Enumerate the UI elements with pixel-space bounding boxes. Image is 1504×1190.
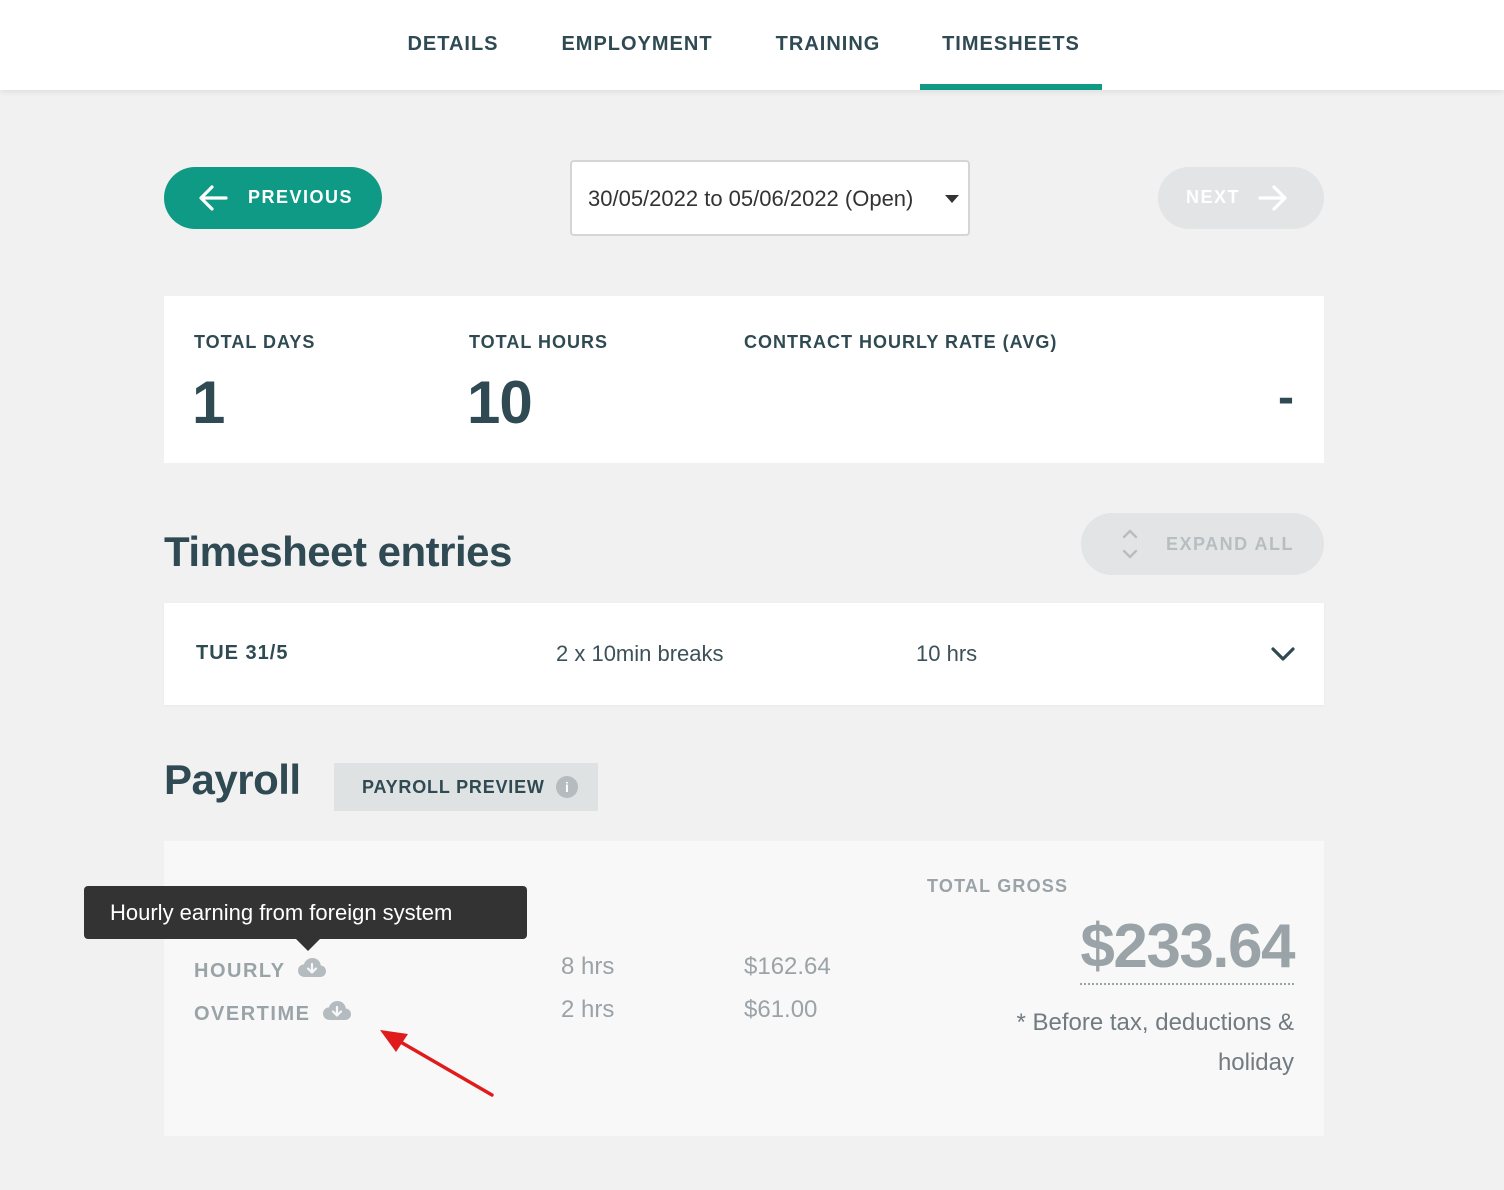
total-days-label: TOTAL DAYS (194, 332, 316, 352)
tab-training[interactable]: TRAINING (758, 0, 898, 90)
period-select-value: 30/05/2022 to 05/06/2022 (Open) (588, 186, 914, 211)
expand-all-button[interactable]: EXPAND ALL (1081, 513, 1324, 575)
expand-all-label: EXPAND ALL (1166, 534, 1295, 554)
total-days-value: 1 (192, 369, 225, 436)
tooltip-text: Hourly earning from foreign system (110, 900, 453, 925)
entry-hours: 10 hrs (916, 641, 978, 666)
annotation-arrow-icon (380, 1030, 494, 1097)
tab-timesheets-label: TIMESHEETS (942, 32, 1080, 55)
tab-details-label: DETAILS (407, 32, 499, 55)
tab-details[interactable]: DETAILS (392, 0, 514, 90)
summary-card: TOTAL DAYS 1 TOTAL HOURS 10 CONTRACT HOU… (164, 296, 1324, 463)
contract-rate-label: CONTRACT HOURLY RATE (AVG) (744, 332, 1058, 352)
tab-employment-label: EMPLOYMENT (561, 32, 713, 55)
chevron-down-icon (945, 195, 959, 203)
timesheet-entry-row[interactable]: TUE 31/5 2 x 10min breaks 10 hrs (164, 603, 1324, 705)
earning-hourly-amount: $162.64 (744, 953, 831, 980)
contract-rate-value: - (1278, 371, 1294, 424)
total-hours-value: 10 (467, 369, 533, 436)
entry-breaks: 2 x 10min breaks (556, 641, 724, 666)
tab-timesheets[interactable]: TIMESHEETS (920, 0, 1102, 90)
payroll-title: Payroll (164, 756, 301, 803)
cloud-download-icon[interactable] (322, 1000, 352, 1022)
period-select[interactable]: 30/05/2022 to 05/06/2022 (Open) (570, 160, 970, 236)
info-icon[interactable]: i (556, 776, 578, 798)
chevron-down-icon[interactable] (1270, 645, 1296, 663)
previous-button-label: PREVIOUS (248, 187, 354, 207)
tab-training-label: TRAINING (775, 32, 881, 55)
earning-overtime-amount: $61.00 (744, 996, 818, 1023)
earning-overtime-label: OVERTIME (194, 1003, 311, 1025)
earning-hourly-hours: 8 hrs (561, 953, 615, 980)
total-gross-note: * Before tax, deductions & holiday (1016, 1009, 1295, 1076)
expand-collapse-icon (1122, 529, 1138, 559)
total-gross-label: TOTAL GROSS (927, 876, 1069, 896)
arrow-left-icon (199, 185, 228, 211)
previous-button[interactable]: PREVIOUS (164, 167, 382, 229)
hourly-tooltip: Hourly earning from foreign system (84, 886, 527, 951)
timesheet-entries-title: Timesheet entries (164, 528, 512, 575)
next-button[interactable]: NEXT (1158, 167, 1324, 229)
total-hours-label: TOTAL HOURS (469, 332, 609, 352)
earning-overtime-hours: 2 hrs (561, 996, 615, 1023)
cloud-download-icon[interactable] (297, 957, 327, 979)
tab-employment[interactable]: EMPLOYMENT (542, 0, 732, 90)
top-nav: DETAILS EMPLOYMENT TRAINING TIMESHEETS (0, 0, 1504, 90)
earning-hourly-label: HOURLY (194, 960, 286, 982)
entry-date: TUE 31/5 (196, 642, 289, 664)
total-gross-value: $233.64 (1080, 911, 1295, 985)
arrow-right-icon (1258, 185, 1287, 211)
next-button-label: NEXT (1186, 187, 1241, 207)
payroll-preview-label: PAYROLL PREVIEW (362, 777, 545, 797)
payroll-preview-badge: PAYROLL PREVIEW i (334, 763, 598, 811)
